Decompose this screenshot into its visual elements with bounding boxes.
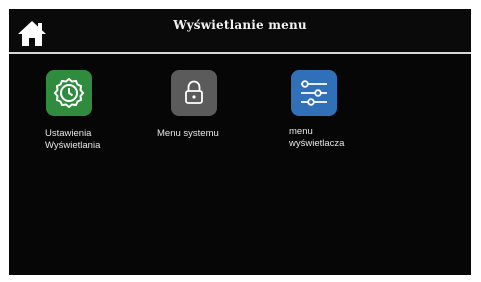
lock-icon	[185, 80, 203, 104]
system-menu-tile[interactable]: Menu systemu	[157, 70, 247, 170]
sliders-icon	[301, 80, 327, 106]
display-menu-tile[interactable]: menu wyświetlacza	[274, 70, 374, 170]
display-settings-icon-tile	[46, 70, 92, 116]
system-menu-label: Menu systemu	[157, 128, 219, 139]
clock-gear-icon	[53, 77, 85, 109]
display-menu-screen: Wyświetlanie menu Ustawienia Wyświetlani…	[9, 9, 471, 275]
system-menu-icon-tile	[171, 70, 217, 116]
home-button[interactable]	[16, 18, 48, 48]
header-bar: Wyświetlanie menu	[9, 9, 471, 52]
display-settings-label: Ustawienia Wyświetlania	[45, 128, 101, 151]
display-settings-tile[interactable]: Ustawienia Wyświetlania	[45, 70, 136, 170]
header-divider	[9, 52, 471, 54]
home-icon	[18, 21, 46, 46]
display-menu-icon-tile	[291, 70, 337, 116]
page-title: Wyświetlanie menu	[173, 18, 307, 32]
display-menu-label: menu wyświetlacza	[289, 126, 345, 149]
